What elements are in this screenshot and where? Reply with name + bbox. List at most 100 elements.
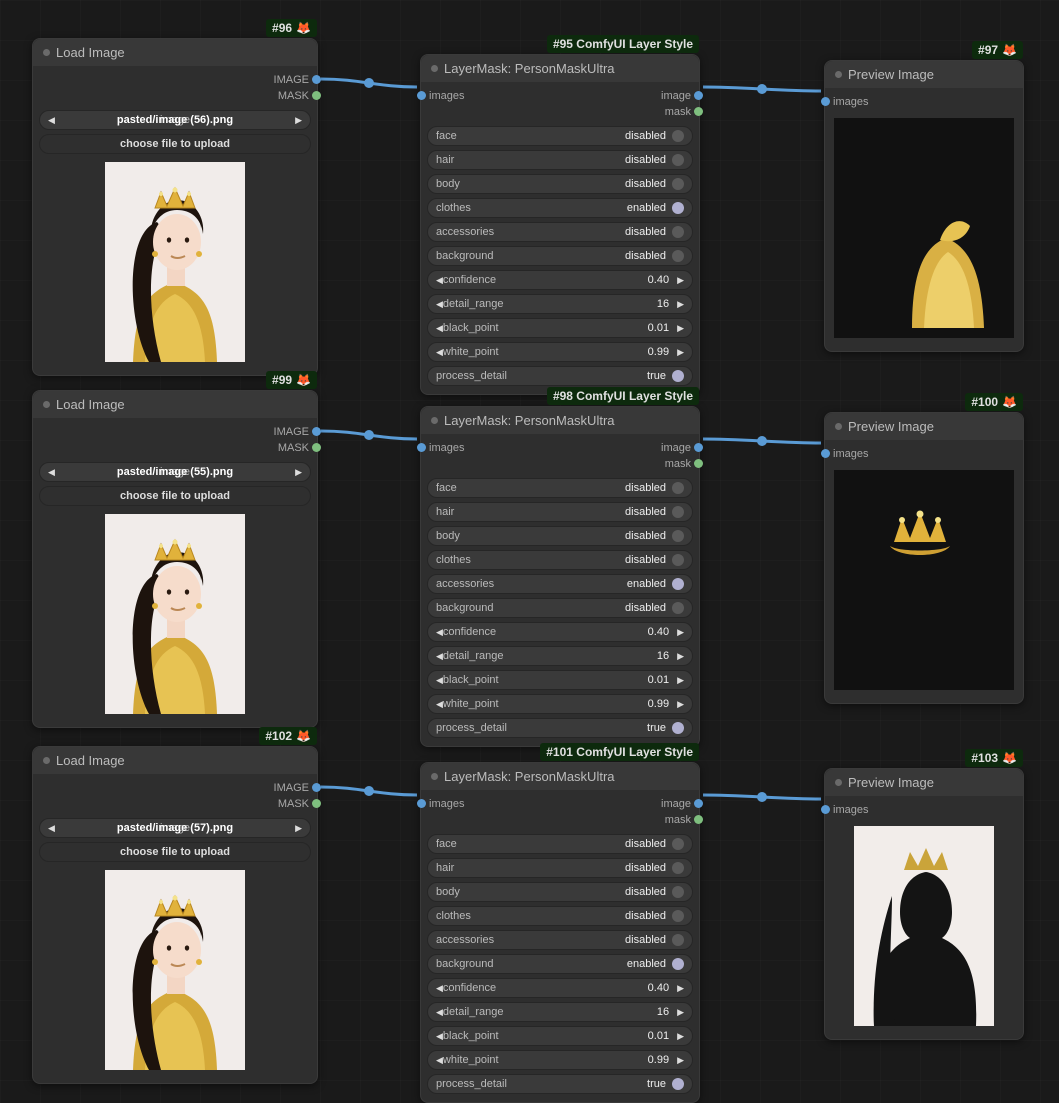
output-port[interactable] <box>312 91 321 100</box>
toggle-hair[interactable]: hair disabled <box>427 858 693 878</box>
chevron-left-icon[interactable]: ◀ <box>436 1007 443 1018</box>
output-port[interactable] <box>312 75 321 84</box>
node-title[interactable]: Preview Image <box>825 769 1023 796</box>
chevron-left-icon[interactable]: ◀ <box>436 651 443 662</box>
toggle-accessories[interactable]: accessories disabled <box>427 222 693 242</box>
toggle-clothes[interactable]: clothes enabled <box>427 198 693 218</box>
input-port[interactable] <box>417 443 426 452</box>
load-image-node[interactable]: #102🦊Load ImageIMAGEMASK◀ image pasted/i… <box>32 746 318 1084</box>
toggle-background[interactable]: background enabled <box>427 954 693 974</box>
number-confidence[interactable]: ◀ confidence 0.40 ▶ <box>427 270 693 290</box>
chevron-right-icon[interactable]: ▶ <box>295 467 302 478</box>
chevron-left-icon[interactable]: ◀ <box>436 299 443 310</box>
chevron-left-icon[interactable]: ◀ <box>436 983 443 994</box>
image-combo[interactable]: ◀ image pasted/image (55).png ▶ <box>39 462 311 482</box>
image-combo[interactable]: ◀ image pasted/image (56).png ▶ <box>39 110 311 130</box>
chevron-left-icon[interactable]: ◀ <box>48 467 55 478</box>
input-port[interactable] <box>821 805 830 814</box>
input-port[interactable] <box>417 799 426 808</box>
chevron-right-icon[interactable]: ▶ <box>677 323 684 334</box>
toggle-process-detail[interactable]: process_detail true <box>427 718 693 738</box>
input-port[interactable] <box>417 91 426 100</box>
number-detail_range[interactable]: ◀ detail_range 16 ▶ <box>427 294 693 314</box>
chevron-right-icon[interactable]: ▶ <box>677 275 684 286</box>
toggle-background[interactable]: background disabled <box>427 598 693 618</box>
chevron-left-icon[interactable]: ◀ <box>436 275 443 286</box>
toggle-process-detail[interactable]: process_detail true <box>427 366 693 386</box>
node-title[interactable]: Preview Image <box>825 413 1023 440</box>
person-mask-ultra-node[interactable]: #101 ComfyUI Layer StyleLayerMask: Perso… <box>420 762 700 1103</box>
chevron-right-icon[interactable]: ▶ <box>677 1007 684 1018</box>
chevron-left-icon[interactable]: ◀ <box>48 115 55 126</box>
chevron-right-icon[interactable]: ▶ <box>295 823 302 834</box>
chevron-left-icon[interactable]: ◀ <box>436 323 443 334</box>
number-detail_range[interactable]: ◀ detail_range 16 ▶ <box>427 1002 693 1022</box>
node-title[interactable]: Load Image <box>33 391 317 418</box>
output-port[interactable] <box>312 443 321 452</box>
output-port[interactable] <box>312 427 321 436</box>
toggle-face[interactable]: face disabled <box>427 478 693 498</box>
toggle-body[interactable]: body disabled <box>427 174 693 194</box>
load-image-node[interactable]: #96🦊Load ImageIMAGEMASK◀ image pasted/im… <box>32 38 318 376</box>
output-port[interactable] <box>694 799 703 808</box>
load-image-node[interactable]: #99🦊Load ImageIMAGEMASK◀ image pasted/im… <box>32 390 318 728</box>
person-mask-ultra-node[interactable]: #98 ComfyUI Layer StyleLayerMask: Person… <box>420 406 700 747</box>
number-confidence[interactable]: ◀ confidence 0.40 ▶ <box>427 978 693 998</box>
number-black_point[interactable]: ◀ black_point 0.01 ▶ <box>427 1026 693 1046</box>
toggle-hair[interactable]: hair disabled <box>427 502 693 522</box>
chevron-left-icon[interactable]: ◀ <box>436 1031 443 1042</box>
chevron-left-icon[interactable]: ◀ <box>436 347 443 358</box>
output-port[interactable] <box>694 443 703 452</box>
output-port[interactable] <box>312 783 321 792</box>
chevron-right-icon[interactable]: ▶ <box>295 115 302 126</box>
node-title[interactable]: Preview Image <box>825 61 1023 88</box>
preview-image-node[interactable]: #100🦊Preview Image images <box>824 412 1024 704</box>
toggle-accessories[interactable]: accessories disabled <box>427 930 693 950</box>
preview-image-node[interactable]: #103🦊Preview Image images <box>824 768 1024 1040</box>
person-mask-ultra-node[interactable]: #95 ComfyUI Layer StyleLayerMask: Person… <box>420 54 700 395</box>
toggle-hair[interactable]: hair disabled <box>427 150 693 170</box>
output-port[interactable] <box>694 91 703 100</box>
chevron-right-icon[interactable]: ▶ <box>677 347 684 358</box>
output-port[interactable] <box>694 459 703 468</box>
output-port[interactable] <box>694 815 703 824</box>
toggle-clothes[interactable]: clothes disabled <box>427 550 693 570</box>
chevron-left-icon[interactable]: ◀ <box>436 627 443 638</box>
chevron-left-icon[interactable]: ◀ <box>436 675 443 686</box>
choose-file-button[interactable]: choose file to upload <box>39 842 311 862</box>
output-port[interactable] <box>694 107 703 116</box>
toggle-body[interactable]: body disabled <box>427 526 693 546</box>
toggle-clothes[interactable]: clothes disabled <box>427 906 693 926</box>
output-port[interactable] <box>312 799 321 808</box>
number-white_point[interactable]: ◀ white_point 0.99 ▶ <box>427 342 693 362</box>
chevron-right-icon[interactable]: ▶ <box>677 675 684 686</box>
toggle-process-detail[interactable]: process_detail true <box>427 1074 693 1094</box>
node-title[interactable]: LayerMask: PersonMaskUltra <box>421 763 699 790</box>
toggle-face[interactable]: face disabled <box>427 126 693 146</box>
chevron-right-icon[interactable]: ▶ <box>677 983 684 994</box>
chevron-right-icon[interactable]: ▶ <box>677 699 684 710</box>
toggle-body[interactable]: body disabled <box>427 882 693 902</box>
chevron-right-icon[interactable]: ▶ <box>677 651 684 662</box>
node-title[interactable]: LayerMask: PersonMaskUltra <box>421 407 699 434</box>
image-combo[interactable]: ◀ image pasted/image (57).png ▶ <box>39 818 311 838</box>
toggle-background[interactable]: background disabled <box>427 246 693 266</box>
chevron-right-icon[interactable]: ▶ <box>677 299 684 310</box>
choose-file-button[interactable]: choose file to upload <box>39 134 311 154</box>
toggle-accessories[interactable]: accessories enabled <box>427 574 693 594</box>
chevron-right-icon[interactable]: ▶ <box>677 627 684 638</box>
node-title[interactable]: Load Image <box>33 747 317 774</box>
toggle-face[interactable]: face disabled <box>427 834 693 854</box>
input-port[interactable] <box>821 97 830 106</box>
number-black_point[interactable]: ◀ black_point 0.01 ▶ <box>427 318 693 338</box>
number-white_point[interactable]: ◀ white_point 0.99 ▶ <box>427 1050 693 1070</box>
chevron-right-icon[interactable]: ▶ <box>677 1031 684 1042</box>
preview-image-node[interactable]: #97🦊Preview Image images <box>824 60 1024 352</box>
chevron-right-icon[interactable]: ▶ <box>677 1055 684 1066</box>
input-port[interactable] <box>821 449 830 458</box>
number-black_point[interactable]: ◀ black_point 0.01 ▶ <box>427 670 693 690</box>
number-confidence[interactable]: ◀ confidence 0.40 ▶ <box>427 622 693 642</box>
node-title[interactable]: Load Image <box>33 39 317 66</box>
node-title[interactable]: LayerMask: PersonMaskUltra <box>421 55 699 82</box>
number-white_point[interactable]: ◀ white_point 0.99 ▶ <box>427 694 693 714</box>
